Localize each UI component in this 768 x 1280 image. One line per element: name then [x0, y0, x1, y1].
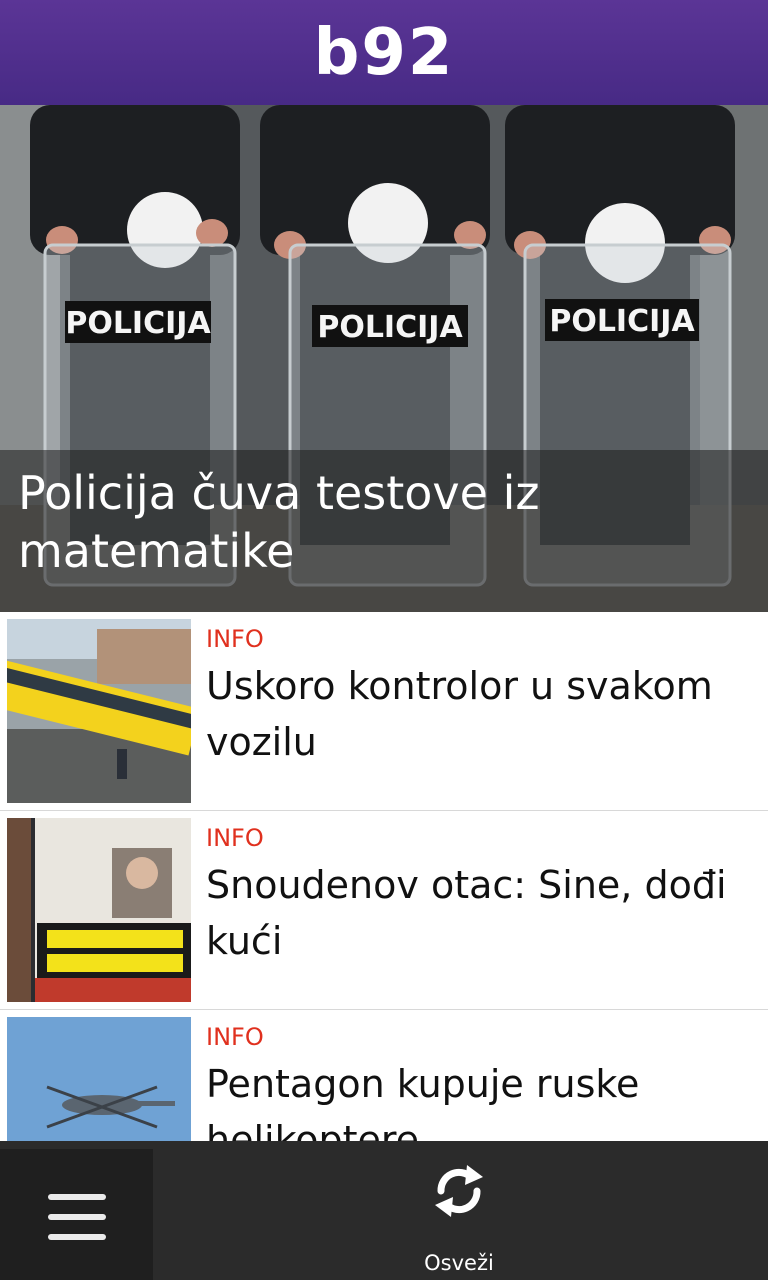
article-category: INFO	[206, 1023, 264, 1051]
refresh-label: Osveži	[424, 1251, 494, 1275]
shield-label: POLICIJA	[317, 310, 463, 345]
shield-label: POLICIJA	[65, 306, 211, 341]
article-category: INFO	[206, 824, 264, 852]
list-item[interactable]: INFO Uskoro kontrolor u svakom vozilu	[0, 612, 768, 811]
refresh-icon	[435, 1165, 483, 1217]
article-thumbnail	[7, 818, 191, 1002]
article-category: INFO	[206, 625, 264, 653]
hero-story[interactable]: POLICIJA POLICIJA POLICIJA Policija čuva…	[0, 105, 768, 612]
article-thumbnail	[7, 619, 191, 803]
list-item[interactable]: INFO Snoudenov otac: Sine, dođi kući	[0, 811, 768, 1010]
hero-title[interactable]: Policija čuva testove iz matematike	[18, 464, 748, 580]
bottom-action-bar: Osveži	[0, 1141, 768, 1280]
b92-logo[interactable]: b92	[314, 21, 455, 85]
article-title: Uskoro kontrolor u svakom vozilu	[206, 664, 713, 764]
hero-caption: Policija čuva testove iz matematike	[0, 450, 768, 612]
shield-label: POLICIJA	[549, 304, 695, 339]
hamburger-menu-icon	[48, 1194, 106, 1254]
app-header: b92	[0, 0, 768, 105]
article-list: INFO Uskoro kontrolor u svakom vozilu IN…	[0, 612, 768, 1209]
article-title: Snoudenov otac: Sine, dođi kući	[206, 863, 727, 963]
menu-button[interactable]	[0, 1149, 153, 1280]
refresh-button[interactable]: Osveži	[384, 1141, 534, 1280]
